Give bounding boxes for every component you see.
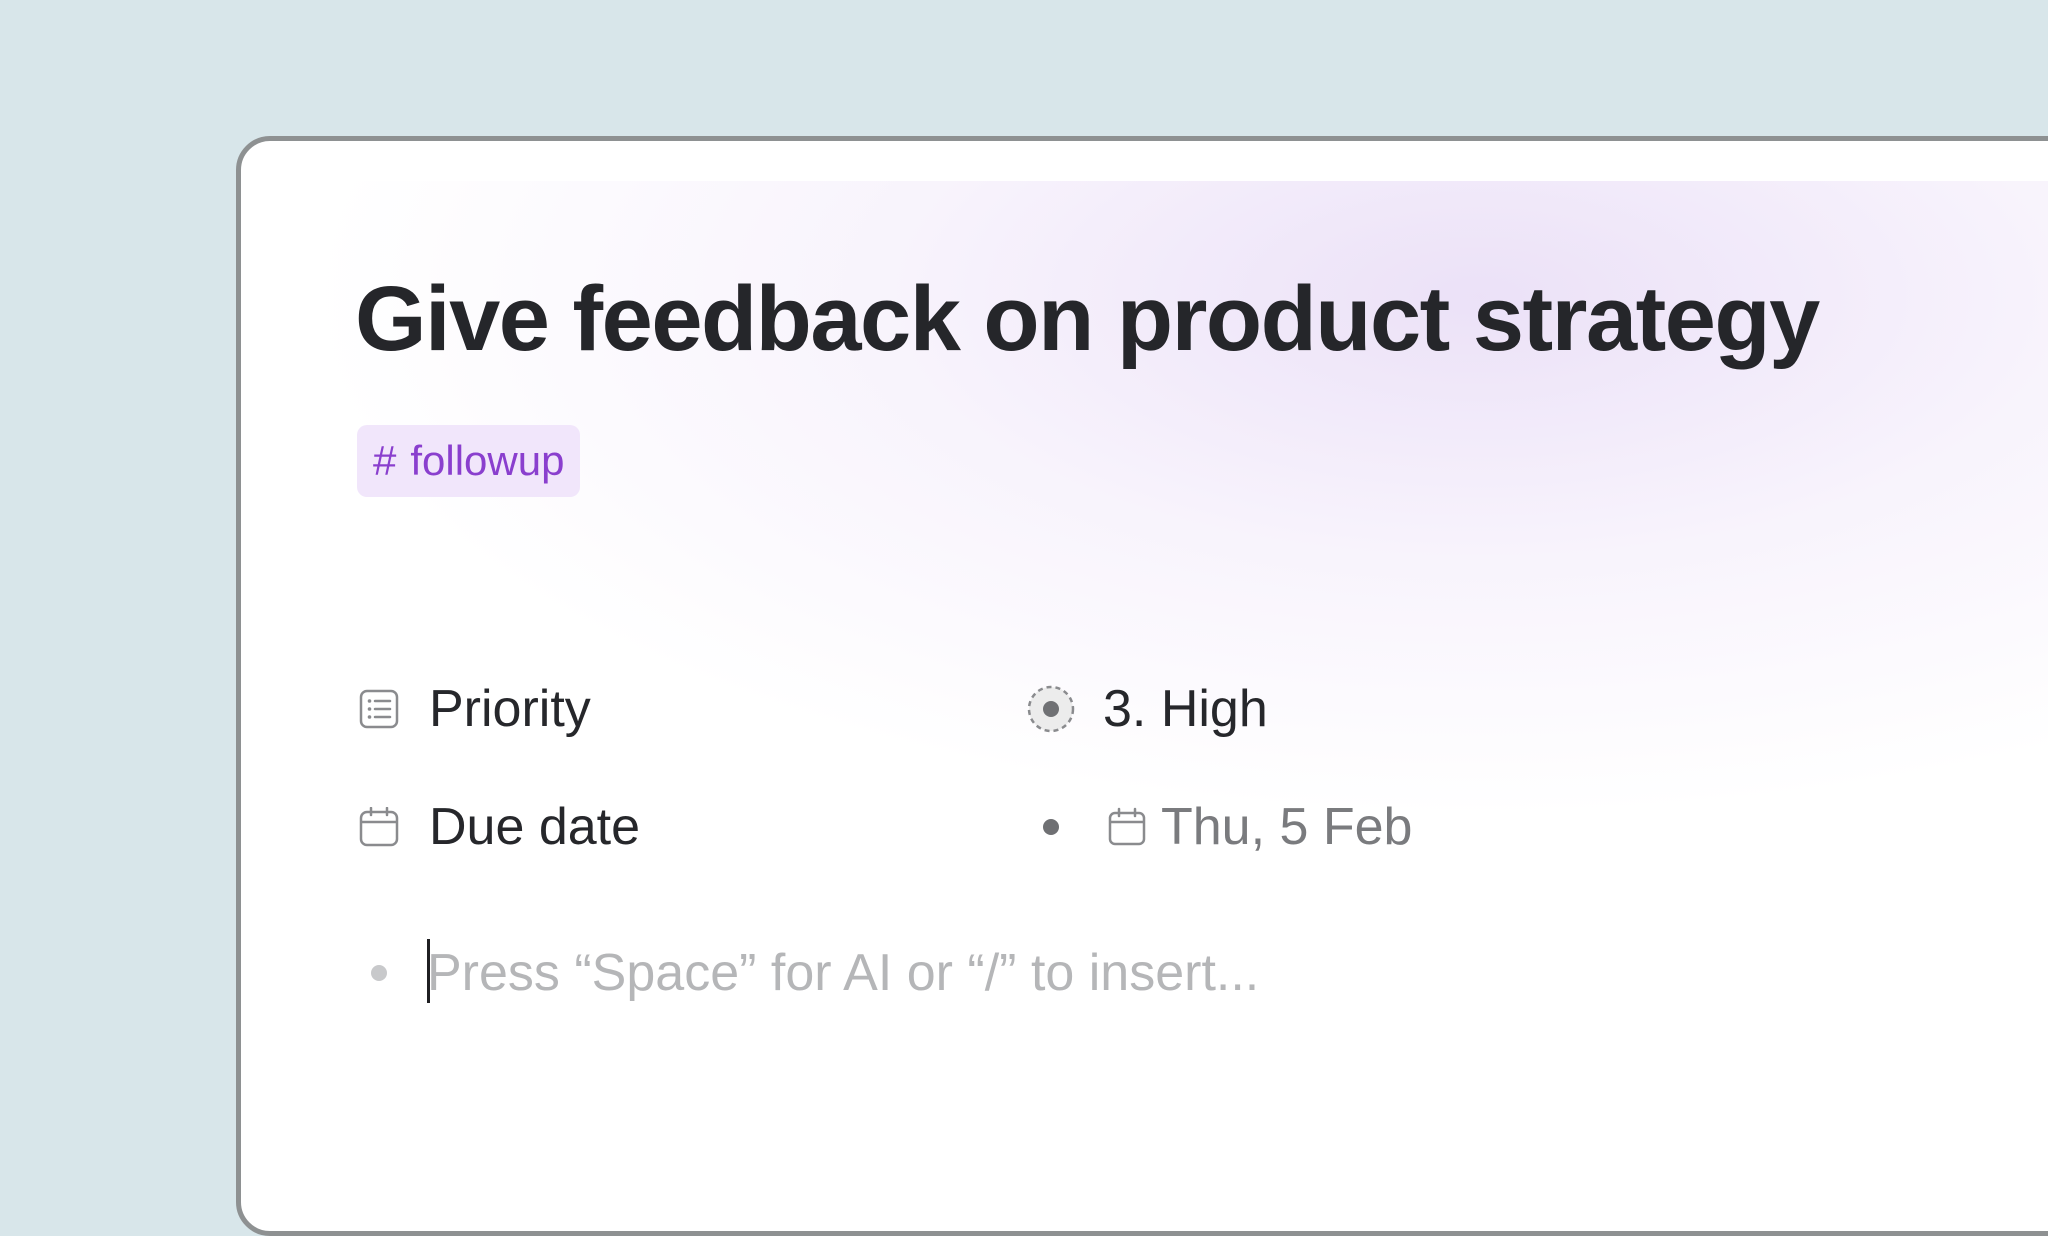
text-caret [427,939,430,1003]
calendar-icon [1108,807,1146,846]
property-label-priority[interactable]: Priority [429,679,591,739]
bullet-icon [371,965,387,981]
property-label-due-date[interactable]: Due date [429,797,640,857]
property-row-due-date: Due date Thu, 5 Feb [357,787,1412,867]
due-date-bullet-icon [1043,819,1059,835]
editor-input[interactable] [427,939,1527,1007]
priority-value-label: 3. High [1103,680,1268,738]
editor-row [357,933,1527,1013]
due-date-value-label: Thu, 5 Feb [1161,798,1413,856]
priority-value[interactable]: 3. High [1025,679,1268,739]
tag-hash-symbol: # [373,437,397,484]
status-circle-icon [1027,685,1075,733]
tag-followup[interactable]: # followup [357,425,581,497]
task-title[interactable]: Give feedback on product strategy [355,268,1820,370]
calendar-icon [357,805,401,849]
task-window: Give feedback on product strategy # foll… [236,136,2048,1236]
list-icon [357,687,401,731]
property-row-priority: Priority 3. High [357,669,1268,749]
task-content: Give feedback on product strategy # foll… [241,141,2048,1231]
due-date-value[interactable]: Thu, 5 Feb [1025,797,1412,857]
tag-label: followup [410,437,565,484]
